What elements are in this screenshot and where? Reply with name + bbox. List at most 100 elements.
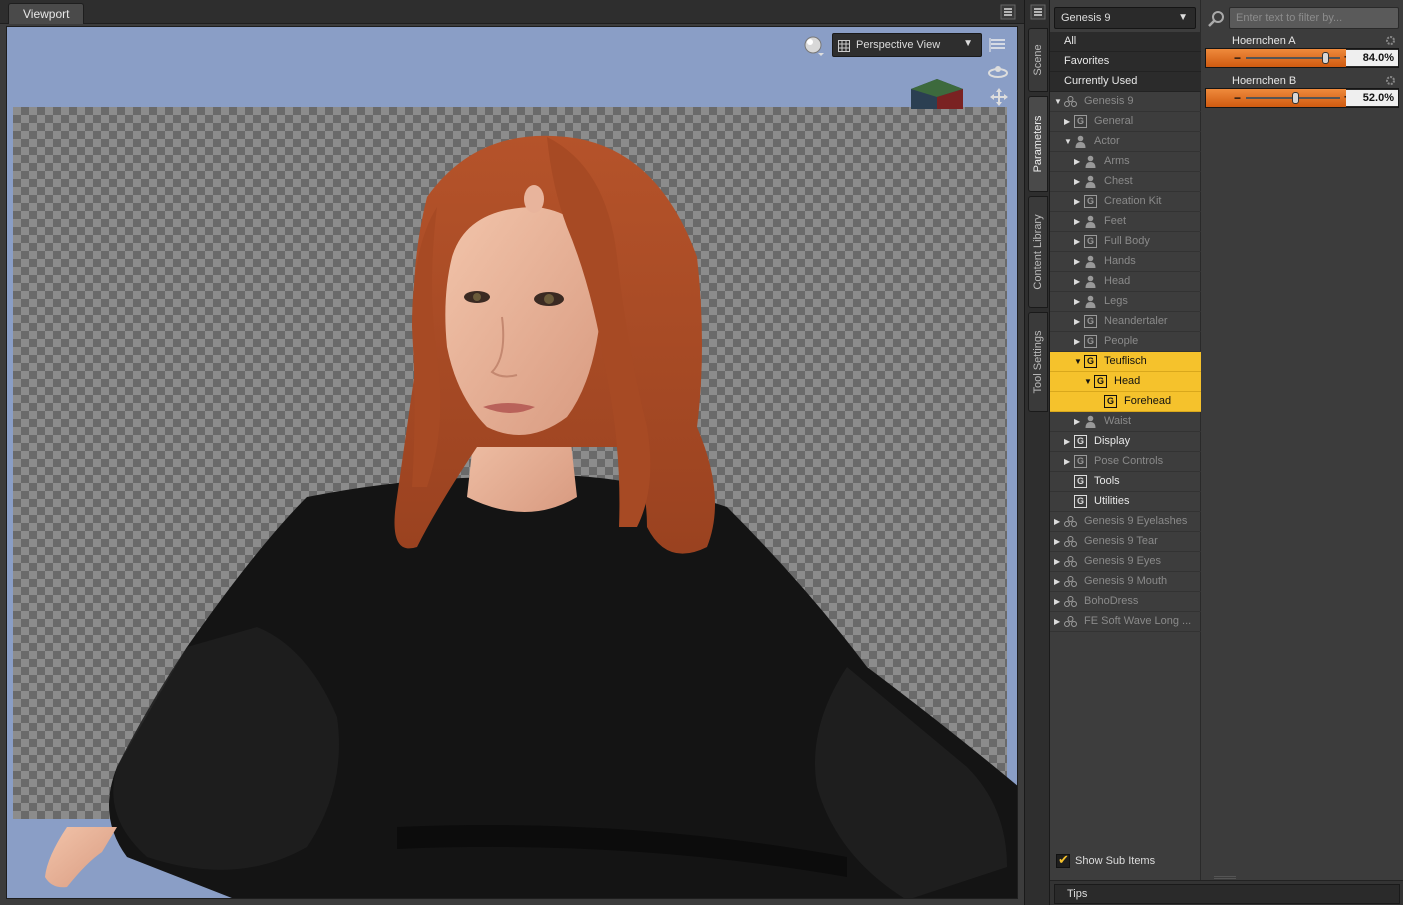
tree-item-waist[interactable]: ▶ Waist bbox=[1050, 412, 1201, 432]
viewport-canvas[interactable]: Perspective View ▼ bbox=[6, 26, 1018, 899]
tree-item-head[interactable]: ▶ Head bbox=[1050, 272, 1201, 292]
expand-right-icon[interactable]: ▶ bbox=[1054, 612, 1062, 631]
expand-right-icon[interactable]: ▶ bbox=[1074, 412, 1082, 431]
tree-item-bohodress[interactable]: ▶ BohoDress bbox=[1050, 592, 1201, 612]
figure-render bbox=[45, 135, 1017, 898]
gear-icon[interactable] bbox=[1385, 35, 1396, 46]
expand-down-icon[interactable]: ▼ bbox=[1084, 372, 1092, 391]
pane-menu-icon[interactable] bbox=[1030, 4, 1046, 20]
figure-icon bbox=[1064, 595, 1077, 608]
tree-item-favorites[interactable]: Favorites bbox=[1050, 52, 1201, 72]
tree-item-currently-used[interactable]: Currently Used bbox=[1050, 72, 1201, 92]
tab-content-library[interactable]: Content Library bbox=[1028, 196, 1048, 308]
tree-item-genesis-9-eyes[interactable]: ▶ Genesis 9 Eyes bbox=[1050, 552, 1201, 572]
filter-input[interactable] bbox=[1229, 7, 1399, 29]
tree-item-pose-controls[interactable]: ▶ G Pose Controls bbox=[1050, 452, 1201, 472]
expand-right-icon[interactable]: ▶ bbox=[1074, 312, 1082, 331]
resize-grip[interactable] bbox=[1214, 876, 1236, 879]
tab-tool-settings[interactable]: Tool Settings bbox=[1028, 312, 1048, 412]
expand-right-icon[interactable]: ▶ bbox=[1064, 112, 1072, 131]
tab-scene[interactable]: Scene bbox=[1028, 28, 1048, 92]
slider-track[interactable]: −+84.0% bbox=[1205, 48, 1399, 68]
orbit-camera-icon[interactable] bbox=[987, 63, 1009, 79]
viewport-options-icon[interactable] bbox=[989, 37, 1007, 53]
figure-select[interactable]: Genesis 9 ▼ bbox=[1054, 7, 1196, 29]
slider-value-field[interactable]: 52.0% bbox=[1346, 90, 1398, 106]
expand-right-icon[interactable]: ▶ bbox=[1054, 532, 1062, 551]
expand-right-icon[interactable]: ▶ bbox=[1074, 172, 1082, 191]
tree-item-legs[interactable]: ▶ Legs bbox=[1050, 292, 1201, 312]
expand-right-icon[interactable]: ▶ bbox=[1054, 592, 1062, 611]
grid-icon bbox=[838, 40, 850, 52]
tips-tab[interactable]: Tips bbox=[1054, 884, 1400, 904]
slider-handle[interactable] bbox=[1291, 92, 1299, 104]
expand-down-icon[interactable]: ▼ bbox=[1054, 92, 1062, 111]
group-icon: G bbox=[1094, 375, 1107, 388]
tree-item-genesis-9[interactable]: ▼ Genesis 9 bbox=[1050, 92, 1201, 112]
tree-item-full-body[interactable]: ▶ G Full Body bbox=[1050, 232, 1201, 252]
expand-down-icon[interactable]: ▼ bbox=[1074, 352, 1082, 371]
viewport-tab[interactable]: Viewport bbox=[8, 3, 85, 24]
side-tab-strip: Scene Parameters Content Library Tool Se… bbox=[1024, 0, 1050, 905]
expand-right-icon[interactable]: ▶ bbox=[1074, 152, 1082, 171]
expand-right-icon[interactable]: ▶ bbox=[1074, 332, 1082, 351]
figure-icon bbox=[1064, 615, 1077, 628]
decrement-button[interactable]: − bbox=[1234, 91, 1241, 105]
tree-item-tools[interactable]: G Tools bbox=[1050, 472, 1201, 492]
expand-right-icon[interactable]: ▶ bbox=[1054, 512, 1062, 531]
tree-item-people[interactable]: ▶ G People bbox=[1050, 332, 1201, 352]
tree-item-feet[interactable]: ▶ Feet bbox=[1050, 212, 1201, 232]
decrement-button[interactable]: − bbox=[1234, 51, 1241, 65]
tree-item-label: Creation Kit bbox=[1104, 195, 1162, 207]
draw-style-sphere-icon[interactable] bbox=[803, 35, 825, 57]
expand-right-icon[interactable]: ▶ bbox=[1074, 232, 1082, 251]
slider-track[interactable]: −+52.0% bbox=[1205, 88, 1399, 108]
tree-item-label: Actor bbox=[1094, 135, 1120, 147]
tree-item-head[interactable]: ▼ G Head bbox=[1050, 372, 1201, 392]
tree-item-label: People bbox=[1104, 335, 1139, 347]
pane-menu-icon[interactable] bbox=[1000, 4, 1016, 20]
chevron-down-icon: ▼ bbox=[963, 38, 973, 49]
tree-item-actor[interactable]: ▼ Actor bbox=[1050, 132, 1201, 152]
tree-item-chest[interactable]: ▶ Chest bbox=[1050, 172, 1201, 192]
tree-item-teuflisch[interactable]: ▼ G Teuflisch bbox=[1050, 352, 1201, 372]
search-icon bbox=[1208, 11, 1224, 27]
tree-item-display[interactable]: ▶ G Display bbox=[1050, 432, 1201, 452]
expand-right-icon[interactable]: ▶ bbox=[1074, 272, 1082, 291]
navigation-cube-icon[interactable] bbox=[903, 75, 969, 109]
checkbox-checked-icon[interactable] bbox=[1056, 852, 1070, 868]
viewport-tabbar: Viewport bbox=[0, 0, 1024, 24]
gear-icon[interactable] bbox=[1385, 75, 1396, 86]
tree-item-neandertaler[interactable]: ▶ G Neandertaler bbox=[1050, 312, 1201, 332]
expand-right-icon[interactable]: ▶ bbox=[1064, 452, 1072, 471]
expand-right-icon[interactable]: ▶ bbox=[1054, 552, 1062, 571]
tree-item-general[interactable]: ▶ G General bbox=[1050, 112, 1201, 132]
tab-parameters[interactable]: Parameters bbox=[1028, 96, 1048, 192]
pan-camera-icon[interactable] bbox=[989, 87, 1009, 107]
tree-item-utilities[interactable]: G Utilities bbox=[1050, 492, 1201, 512]
tree-item-label: Head bbox=[1114, 375, 1141, 387]
person-icon bbox=[1084, 175, 1097, 188]
tree-item-label: Pose Controls bbox=[1094, 455, 1164, 467]
slider-value-field[interactable]: 84.0% bbox=[1346, 50, 1398, 66]
expand-down-icon[interactable]: ▼ bbox=[1064, 132, 1072, 151]
tree-item-creation-kit[interactable]: ▶ G Creation Kit bbox=[1050, 192, 1201, 212]
tree-item-hands[interactable]: ▶ Hands bbox=[1050, 252, 1201, 272]
group-icon: G bbox=[1084, 195, 1097, 208]
expand-right-icon[interactable]: ▶ bbox=[1074, 192, 1082, 211]
expand-right-icon[interactable]: ▶ bbox=[1074, 292, 1082, 311]
perspective-view-select[interactable]: Perspective View ▼ bbox=[832, 33, 982, 57]
tree-item-genesis-9-eyelashes[interactable]: ▶ Genesis 9 Eyelashes bbox=[1050, 512, 1201, 532]
tree-item-forehead[interactable]: G Forehead bbox=[1050, 392, 1201, 412]
tree-item-fe-soft-wave-long[interactable]: ▶ FE Soft Wave Long ... bbox=[1050, 612, 1201, 632]
tree-item-arms[interactable]: ▶ Arms bbox=[1050, 152, 1201, 172]
slider-handle[interactable] bbox=[1321, 52, 1329, 64]
expand-right-icon[interactable]: ▶ bbox=[1054, 572, 1062, 591]
expand-right-icon[interactable]: ▶ bbox=[1074, 212, 1082, 231]
tree-item-genesis-9-mouth[interactable]: ▶ Genesis 9 Mouth bbox=[1050, 572, 1201, 592]
expand-right-icon[interactable]: ▶ bbox=[1074, 252, 1082, 271]
expand-right-icon[interactable]: ▶ bbox=[1064, 432, 1072, 451]
tree-item-all[interactable]: All bbox=[1050, 32, 1201, 52]
parameters-tree-column: Genesis 9 ▼ All Favorites Currently Used ▼ G… bbox=[1050, 0, 1201, 880]
tree-item-genesis-9-tear[interactable]: ▶ Genesis 9 Tear bbox=[1050, 532, 1201, 552]
